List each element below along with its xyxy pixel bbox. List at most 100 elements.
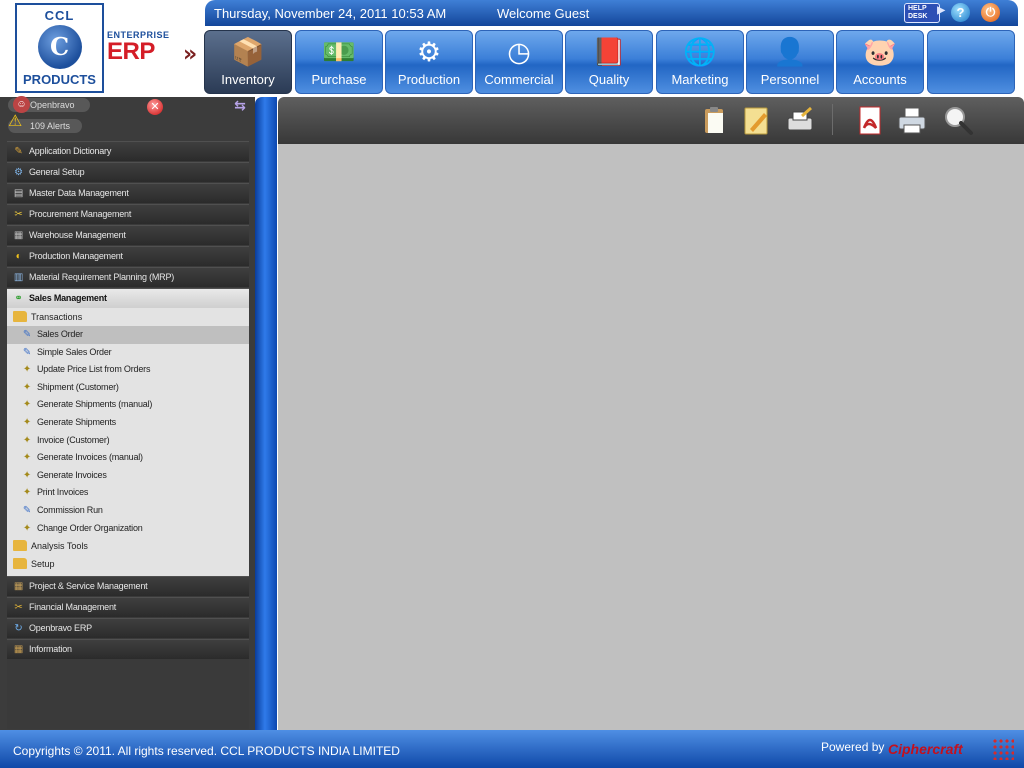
warning-icon: ⚠ bbox=[8, 113, 23, 130]
menu-item-change-order-organization[interactable]: ✦ Change Order Organization bbox=[7, 520, 249, 538]
tab-quality[interactable]: 📕 Quality bbox=[565, 30, 653, 94]
clock-icon: ◷ bbox=[507, 37, 531, 67]
tab-personnel[interactable]: 👤 Personnel bbox=[746, 30, 834, 94]
toolbar-separator bbox=[832, 104, 833, 135]
tab-label: Purchase bbox=[311, 72, 367, 87]
search-icon[interactable] bbox=[942, 104, 974, 136]
menu-item-generate-invoices[interactable]: ✦ Generate Invoices bbox=[7, 467, 249, 485]
transaction-items: ✎ Sales Order ✎ Simple Sales Order ✦ Update P… bbox=[7, 326, 249, 537]
folder-label: Analysis Tools bbox=[31, 541, 88, 552]
menu-item-commission-run[interactable]: ✎ Commission Run bbox=[7, 502, 249, 520]
tab-commercial[interactable]: ◷ Commercial bbox=[475, 30, 563, 94]
sales-icon: ⚭ bbox=[14, 293, 23, 304]
menu-category-application-dictionary[interactable]: ✎ Application Dictionary bbox=[7, 141, 249, 161]
menu-item-label: Sales Order bbox=[37, 329, 83, 339]
globe-people-icon: 🌐 bbox=[683, 37, 717, 67]
user-avatar-icon: ☺ bbox=[13, 96, 30, 113]
menu-item-label: Simple Sales Order bbox=[37, 346, 112, 357]
copyright-text: Copyrights © 2011. All rights reserved. … bbox=[13, 744, 400, 758]
tab-label: Production bbox=[397, 72, 461, 87]
module-tabs: 📦 Inventory 💵 Purchase ⚙ Production ◷ Commercia… bbox=[204, 30, 1018, 95]
folder-setup[interactable]: Setup bbox=[7, 555, 249, 573]
menu-item-label: Invoice (Customer) bbox=[37, 434, 110, 445]
menu-category-material-requirement-planning-mrp[interactable]: ▥ Material Requirement Planning (MRP) bbox=[7, 267, 249, 287]
menu-category-label: Production Management bbox=[29, 251, 123, 261]
user-label: Openbravo bbox=[30, 100, 75, 110]
menu-category-information[interactable]: ▦ Information bbox=[7, 639, 249, 660]
tab-label: Accounts bbox=[853, 72, 907, 87]
process-icon: ✦ bbox=[22, 399, 32, 411]
openbravo-icon: ↻ bbox=[14, 623, 23, 635]
pdf-icon[interactable] bbox=[854, 104, 886, 136]
menu-category-label: Master Data Management bbox=[29, 188, 129, 198]
menu-categories-top: ✎ Application Dictionary ⚙ General Setup ▤ Ma… bbox=[7, 141, 249, 287]
menu-category-openbravo-erp[interactable]: ↻ Openbravo ERP bbox=[7, 618, 249, 639]
print-preview-icon[interactable] bbox=[784, 104, 816, 136]
tab-label: Inventory bbox=[221, 72, 275, 87]
warehouse-icon: ▦ bbox=[13, 230, 24, 241]
menu-item-print-invoices[interactable]: ✦ Print Invoices bbox=[7, 484, 249, 502]
menu-category-warehouse-management[interactable]: ▦ Warehouse Management bbox=[7, 225, 249, 245]
menu-category-label: Warehouse Management bbox=[29, 230, 126, 240]
process-icon: ✦ bbox=[22, 381, 32, 393]
menu-category-production-management[interactable]: ◐ Production Management bbox=[7, 246, 249, 266]
menu-category-sales-management[interactable]: ⚭ Sales Management bbox=[7, 288, 249, 308]
menu-categories-bottom: ▦ Project & Service Management ✂ Financial … bbox=[7, 576, 249, 660]
menu-item-label: Generate Invoices (manual) bbox=[37, 452, 143, 463]
logo-area: CCL C PRODUCTS ENTERPRISE ERP » bbox=[0, 0, 205, 97]
menu-category-master-data-management[interactable]: ▤ Master Data Management bbox=[7, 183, 249, 203]
menu-category-project-service-management[interactable]: ▦ Project & Service Management bbox=[7, 576, 249, 597]
help-icon[interactable]: ? bbox=[951, 3, 970, 22]
menu-item-label: Generate Shipments bbox=[37, 416, 116, 427]
menu-category-label: Procurement Management bbox=[29, 209, 132, 219]
data-icon: ▤ bbox=[13, 188, 24, 199]
menu-item-generate-shipments[interactable]: ✦ Generate Shipments bbox=[7, 414, 249, 432]
folder-transactions[interactable]: Transactions bbox=[7, 308, 249, 326]
power-icon[interactable]: ⏻ bbox=[981, 3, 1000, 22]
menu-item-sales-order[interactable]: ✎ Sales Order bbox=[7, 326, 249, 344]
tab-accounts[interactable]: 🐷 Accounts bbox=[836, 30, 924, 94]
menu-item-label: Update Price List from Orders bbox=[37, 364, 151, 375]
menu-tree: ✎ Application Dictionary ⚙ General Setup ▤ Ma… bbox=[7, 141, 249, 729]
menu-item-shipment-customer[interactable]: ✦ Shipment (Customer) bbox=[7, 379, 249, 397]
process-icon: ✦ bbox=[22, 364, 32, 376]
powered-by-text: Powered by bbox=[821, 740, 885, 754]
edit-note-icon[interactable] bbox=[740, 104, 772, 136]
printer-icon[interactable] bbox=[896, 104, 928, 136]
process-icon: ✦ bbox=[22, 434, 32, 446]
menu-item-generate-shipments-manual[interactable]: ✦ Generate Shipments (manual) bbox=[7, 396, 249, 414]
help-desk-button[interactable]: HELP DESK bbox=[904, 3, 945, 23]
folder-analysis-tools[interactable]: Analysis Tools bbox=[7, 537, 249, 555]
menu-category-financial-management[interactable]: ✂ Financial Management bbox=[7, 597, 249, 618]
brand-arrow-icon: » bbox=[183, 42, 198, 67]
tab-production[interactable]: ⚙ Production bbox=[385, 30, 473, 94]
tab-marketing[interactable]: 🌐 Marketing bbox=[656, 30, 744, 94]
menu-item-label: Print Invoices bbox=[37, 487, 89, 498]
menu-category-label: Sales Management bbox=[29, 293, 107, 303]
logo-bottom-text: PRODUCTS bbox=[23, 72, 96, 87]
current-datetime: Thursday, November 24, 2011 10:53 AM bbox=[214, 6, 447, 21]
expand-collapse-icon[interactable]: ⇆ bbox=[232, 98, 248, 115]
clipboard-icon[interactable] bbox=[698, 104, 730, 136]
menu-item-generate-invoices-manual[interactable]: ✦ Generate Invoices (manual) bbox=[7, 449, 249, 467]
process-icon: ✦ bbox=[22, 416, 32, 428]
process-icon: ✦ bbox=[22, 487, 32, 499]
menu-item-invoice-customer[interactable]: ✦ Invoice (Customer) bbox=[7, 432, 249, 450]
menu-category-general-setup[interactable]: ⚙ General Setup bbox=[7, 162, 249, 182]
user-badge[interactable]: ☺ Openbravo bbox=[8, 96, 90, 113]
close-icon[interactable]: ✕ bbox=[147, 99, 163, 115]
tab-purchase[interactable]: 💵 Purchase bbox=[295, 30, 383, 94]
menu-item-update-price-list-from-orders[interactable]: ✦ Update Price List from Orders bbox=[7, 361, 249, 379]
sidebar-splitter[interactable] bbox=[255, 97, 277, 730]
tab-inventory[interactable]: 📦 Inventory bbox=[204, 30, 292, 94]
menu-category-label: General Setup bbox=[29, 167, 85, 177]
person-icon: 👤 bbox=[773, 37, 807, 67]
menu-category-procurement-management[interactable]: ✂ Procurement Management bbox=[7, 204, 249, 224]
setup-icon: ⚙ bbox=[14, 167, 23, 178]
menu-item-simple-sales-order[interactable]: ✎ Simple Sales Order bbox=[7, 344, 249, 362]
tab-empty[interactable] bbox=[927, 30, 1015, 94]
tab-label: Commercial bbox=[484, 72, 554, 87]
alerts-badge[interactable]: ⚠ 109 Alerts bbox=[8, 114, 82, 133]
welcome-message: Welcome Guest bbox=[497, 6, 590, 21]
form-icon: ✎ bbox=[22, 329, 32, 340]
